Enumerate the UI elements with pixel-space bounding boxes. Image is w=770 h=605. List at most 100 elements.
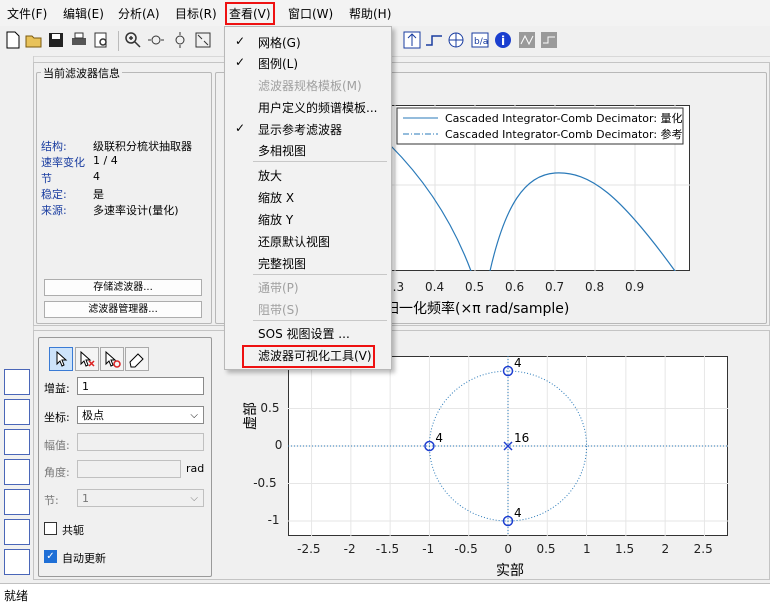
pole-zero-icon[interactable]: [447, 31, 465, 49]
magnitude-response-icon[interactable]: [425, 31, 443, 49]
view-menu-dropdown: ✓ 网格(G) ✓ 图例(L) 滤波器规格模板(M) 用户定义的频谱模板... …: [224, 26, 392, 370]
menu-separator: [253, 274, 387, 275]
menu-item-full-view[interactable]: 完整视图: [258, 255, 306, 272]
menu-analysis[interactable]: 分析(A): [115, 4, 163, 23]
menu-window[interactable]: 窗口(W): [285, 4, 336, 23]
transform-filter-icon[interactable]: [540, 31, 558, 49]
zoom-in-icon[interactable]: [124, 31, 142, 49]
angle-unit: rad: [186, 462, 205, 475]
pz-ytick-label: 0: [274, 438, 283, 452]
coordinates-select[interactable]: 极点 ⌵: [77, 406, 204, 424]
menu-item-passband[interactable]: 通带(P): [258, 279, 299, 296]
filter-manager-button[interactable]: 滤波器管理器...: [44, 301, 202, 318]
gain-label: 增益:: [44, 382, 70, 395]
menu-file[interactable]: 文件(F): [4, 4, 50, 23]
svg-text:b/a: b/a: [474, 37, 488, 47]
store-filter-button[interactable]: 存储滤波器...: [44, 279, 202, 296]
info-structure-value: 级联积分梳状抽取器: [93, 140, 192, 153]
info-icon[interactable]: i: [494, 31, 512, 49]
import-filter-icon[interactable]: [4, 429, 30, 455]
open-folder-icon[interactable]: [25, 31, 43, 49]
legend-label-reference: Cascaded Integrator-Comb Decimator: 参考: [445, 128, 683, 141]
save-icon[interactable]: [47, 31, 65, 49]
section-select[interactable]: 1 ⌵: [77, 489, 204, 507]
menu-item-grid[interactable]: 网格(G): [258, 34, 301, 51]
auto-update-checkbox[interactable]: ✓: [44, 550, 57, 563]
pz-xtick-label: 1.5: [615, 542, 635, 556]
menu-edit[interactable]: 编辑(E): [60, 4, 107, 23]
pz-xlabel: 实部: [496, 563, 524, 579]
filter-builder-icon[interactable]: [4, 549, 30, 575]
status-bar: 就绪: [0, 583, 770, 605]
coordinates-value: 极点: [82, 409, 104, 422]
pz-xtick-label: -2: [343, 542, 356, 556]
menu-item-zoom-in[interactable]: 放大: [258, 167, 282, 184]
erase-button[interactable]: [125, 347, 149, 371]
add-pole-icon: [80, 350, 95, 367]
info-stable-value: 是: [93, 188, 104, 201]
add-zero-icon: [105, 350, 121, 368]
multirate-icon[interactable]: [4, 399, 30, 425]
new-file-icon[interactable]: [4, 31, 22, 49]
menu-item-restore-view[interactable]: 还原默认视图: [258, 233, 330, 250]
pz-ytick-label: 0.5: [260, 400, 280, 415]
menu-targets[interactable]: 目标(R): [172, 4, 220, 23]
full-view-icon[interactable]: [194, 31, 212, 49]
coefficients-icon[interactable]: b/a: [471, 31, 489, 49]
mag-xtick: 0.5: [465, 280, 485, 294]
add-zero-button[interactable]: [75, 347, 99, 371]
auto-update-label: 自动更新: [62, 552, 106, 565]
menu-separator: [253, 320, 387, 321]
add-pole-button[interactable]: [100, 347, 124, 371]
magnitude-input[interactable]: [77, 433, 204, 451]
conjugate-label: 共轭: [62, 524, 84, 537]
pz-xtick-label: 0.5: [536, 542, 556, 556]
menu-help[interactable]: 帮助(H): [346, 4, 394, 23]
pz-ytick-label: -0.5: [253, 475, 277, 490]
print-preview-icon[interactable]: [92, 31, 110, 49]
info-structure-label: 结构:: [41, 140, 67, 153]
angle-input[interactable]: [77, 460, 181, 478]
chevron-down-icon: ⌵: [190, 493, 198, 504]
pz-xtick-label: -0.5: [454, 542, 478, 556]
menu-item-sos-settings[interactable]: SOS 视图设置 ...: [258, 325, 350, 342]
pz-xtick-label: -1.5: [375, 542, 400, 556]
filter-info-title: 当前滤波器信息: [41, 65, 122, 81]
pole-zero-editor-icon[interactable]: [4, 489, 30, 515]
menu-view[interactable]: 查看(V): [225, 2, 275, 25]
menu-item-zoom-y[interactable]: 缩放 Y: [258, 211, 293, 228]
design-panel-icon[interactable]: [4, 519, 30, 545]
menu-item-stopband[interactable]: 阻带(S): [258, 301, 299, 318]
menu-item-polyphase[interactable]: 多相视图: [258, 142, 306, 159]
mag-xlabel: 归一化频率(×π rad/sample): [385, 301, 570, 317]
section-value: 1: [82, 492, 89, 505]
realize-model-icon[interactable]: [4, 459, 30, 485]
info-rate-value: 1 / 4: [93, 154, 118, 167]
menu-item-user-mask[interactable]: 用户定义的频谱模板...: [258, 99, 377, 116]
magnitude-label: 幅值:: [44, 439, 70, 452]
design-filter-icon[interactable]: [518, 31, 536, 49]
pz-xtick-label: -2.5: [297, 542, 321, 556]
check-icon: ✓: [235, 34, 246, 48]
menu-item-zoom-x[interactable]: 缩放 X: [258, 189, 294, 206]
gain-input[interactable]: 1: [77, 377, 204, 395]
select-tool-button[interactable]: [49, 347, 73, 371]
info-stable-label: 稳定:: [41, 188, 67, 201]
menu-item-fvtool[interactable]: 滤波器可视化工具(V): [258, 347, 372, 364]
menu-item-legend[interactable]: 图例(L): [258, 55, 298, 72]
zero-multiplicity-label: 4: [435, 431, 443, 445]
conjugate-checkbox[interactable]: [44, 522, 57, 535]
info-source-label: 来源:: [41, 204, 67, 217]
zoom-y-icon[interactable]: [171, 31, 189, 49]
zero-multiplicity-label: 4: [514, 356, 522, 370]
zoom-x-icon[interactable]: [147, 31, 165, 49]
info-source-value: 多速率设计(量化): [93, 204, 179, 217]
svg-text:i: i: [501, 34, 505, 48]
step-response-icon[interactable]: [403, 31, 421, 49]
zero-multiplicity-label: 4: [514, 506, 522, 520]
print-icon[interactable]: [70, 31, 88, 49]
mag-xtick: 0.9: [625, 280, 645, 294]
menu-item-show-reference[interactable]: 显示参考滤波器: [258, 121, 342, 138]
menu-item-spec-mask[interactable]: 滤波器规格模板(M): [258, 77, 362, 94]
convert-structure-icon[interactable]: [4, 369, 30, 395]
